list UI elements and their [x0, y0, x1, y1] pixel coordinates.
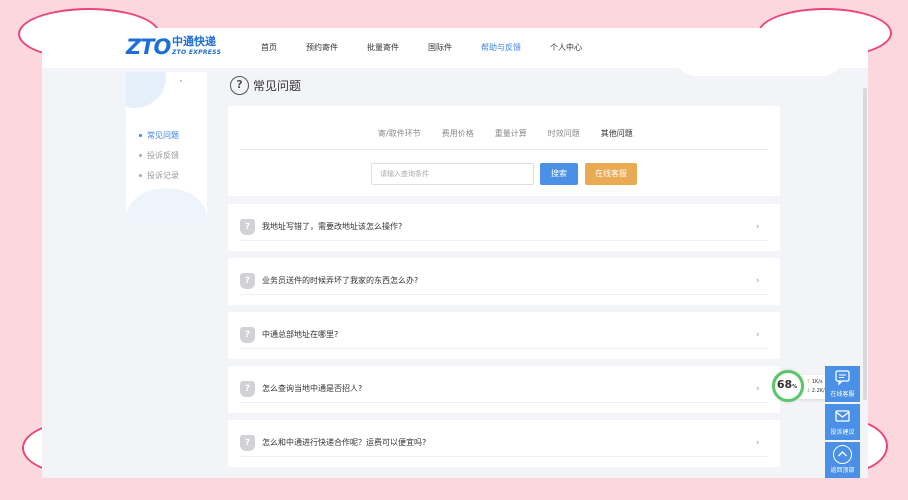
envelope-icon [833, 407, 852, 426]
sidebar-dot [180, 80, 182, 82]
page-title-text: 常见问题 [253, 79, 302, 93]
arrow-up-icon [833, 445, 852, 464]
sidebar-item-complaint-records[interactable]: 投诉记录 [139, 170, 179, 182]
main-nav: 首页 预约寄件 批量寄件 国际件 帮助与反馈 个人中心 [261, 41, 611, 55]
faq-divider [240, 402, 768, 403]
nav-item-home[interactable]: 首页 [261, 41, 277, 55]
chevron-right-icon: › [756, 438, 760, 448]
faq-question: 怎么查询当地中通是否招人? [262, 384, 363, 393]
sidebar-item-complaint[interactable]: 投诉反馈 [139, 150, 179, 162]
upload-speed-value: 1K/s [811, 379, 823, 385]
question-circle-icon: ? [230, 76, 249, 95]
faq-item[interactable]: ? 怎么查询当地中通是否招人? › [228, 366, 780, 413]
nav-item-help-feedback[interactable]: 帮助与反馈 [481, 41, 521, 55]
sidebar-item-label: 常见问题 [147, 131, 179, 140]
nav-item-international[interactable]: 国际件 [428, 41, 452, 55]
browser-window: ZTO 中通快递 ZTO EXPRESS 首页 预约寄件 批量寄件 国际件 帮助… [42, 28, 868, 478]
bullet-icon [139, 134, 142, 137]
faq-item[interactable]: ? 中通总部地址在哪里? › [228, 312, 780, 359]
faq-question: 中通总部地址在哪里? [262, 330, 339, 339]
tab-timeliness[interactable]: 时效问题 [548, 128, 580, 150]
speed-percent: 68% [772, 378, 802, 394]
top-header: ZTO 中通快递 ZTO EXPRESS 首页 预约寄件 批量寄件 国际件 帮助… [42, 28, 868, 76]
header-blur-area [674, 32, 844, 76]
tab-divider [240, 149, 768, 150]
back-to-top-float-button[interactable]: 返回顶部 [825, 442, 860, 478]
faq-item[interactable]: ? 业务员送件的时候弄坏了我家的东西怎么办? › [228, 258, 780, 305]
search-input[interactable] [371, 163, 534, 185]
question-badge-icon: ? [240, 435, 255, 451]
float-button-label: 返回顶部 [830, 467, 855, 474]
sidebar-item-label: 投诉反馈 [147, 151, 179, 160]
tab-pricing[interactable]: 费用价格 [442, 128, 474, 150]
upload-arrow-icon: ↑ [806, 379, 811, 385]
question-badge-icon: ? [240, 381, 255, 397]
upload-speed: ↑ 1K/s [806, 379, 823, 386]
speed-percent-unit: % [792, 384, 798, 390]
tab-pickup[interactable]: 寄/取件环节 [378, 128, 421, 150]
faq-item[interactable]: ? 我地址写错了，需要改地址该怎么操作? › [228, 204, 780, 251]
faq-item[interactable]: ? 怎么和中通进行快递合作呢？运费可以便宜吗? › [228, 420, 780, 467]
nav-item-batch-shipment[interactable]: 批量寄件 [367, 41, 399, 55]
faq-divider [240, 240, 768, 241]
faq-divider [240, 294, 768, 295]
faq-question: 业务员送件的时候弄坏了我家的东西怎么办? [262, 276, 419, 285]
nav-item-user-center[interactable]: 个人中心 [550, 41, 582, 55]
sidebar-item-faq[interactable]: 常见问题 [139, 130, 179, 142]
chat-icon [833, 369, 852, 388]
sidebar: 常见问题 投诉反馈 投诉记录 [126, 72, 207, 224]
logo-chinese-name: 中通快递 [172, 35, 216, 48]
question-badge-icon: ? [240, 219, 255, 235]
question-badge-icon: ? [240, 327, 255, 343]
online-service-button[interactable]: 在线客服 [585, 163, 637, 185]
question-badge-icon: ? [240, 273, 255, 289]
faq-question: 怎么和中通进行快递合作呢？运费可以便宜吗? [262, 438, 427, 447]
logo-mark: ZTO [126, 35, 171, 59]
logo-english-name: ZTO EXPRESS [172, 49, 222, 56]
chevron-right-icon: › [756, 384, 760, 394]
faq-filter-panel: 寄/取件环节 费用价格 重量计算 时效问题 其他问题 搜索 在线客服 [228, 106, 780, 196]
search-button[interactable]: 搜索 [540, 163, 578, 185]
page-scrollbar[interactable] [863, 88, 867, 400]
tab-other[interactable]: 其他问题 [596, 128, 639, 150]
complaint-float-button[interactable]: 投诉建议 [825, 404, 860, 440]
float-button-label: 投诉建议 [830, 429, 855, 436]
sidebar-decoration [126, 72, 166, 108]
chevron-right-icon: › [756, 276, 760, 286]
bullet-icon [139, 174, 142, 177]
bullet-icon [139, 154, 142, 157]
category-tabs: 寄/取件环节 费用价格 重量计算 时效问题 其他问题 [378, 128, 654, 150]
nav-item-book-shipment[interactable]: 预约寄件 [306, 41, 338, 55]
chevron-right-icon: › [756, 330, 760, 340]
online-service-float-button[interactable]: 在线客服 [825, 366, 860, 402]
float-button-label: 在线客服 [830, 391, 855, 398]
sidebar-item-label: 投诉记录 [147, 171, 179, 180]
chevron-right-icon: › [756, 222, 760, 232]
faq-question: 我地址写错了，需要改地址该怎么操作? [262, 222, 403, 231]
speed-percent-value: 68 [776, 378, 793, 391]
tab-weight[interactable]: 重量计算 [495, 128, 527, 150]
faq-divider [240, 348, 768, 349]
sidebar-decoration [126, 188, 207, 224]
zto-logo[interactable]: ZTO 中通快递 ZTO EXPRESS [126, 35, 226, 59]
faq-divider [240, 456, 768, 457]
download-arrow-icon: ↓ [806, 388, 811, 394]
